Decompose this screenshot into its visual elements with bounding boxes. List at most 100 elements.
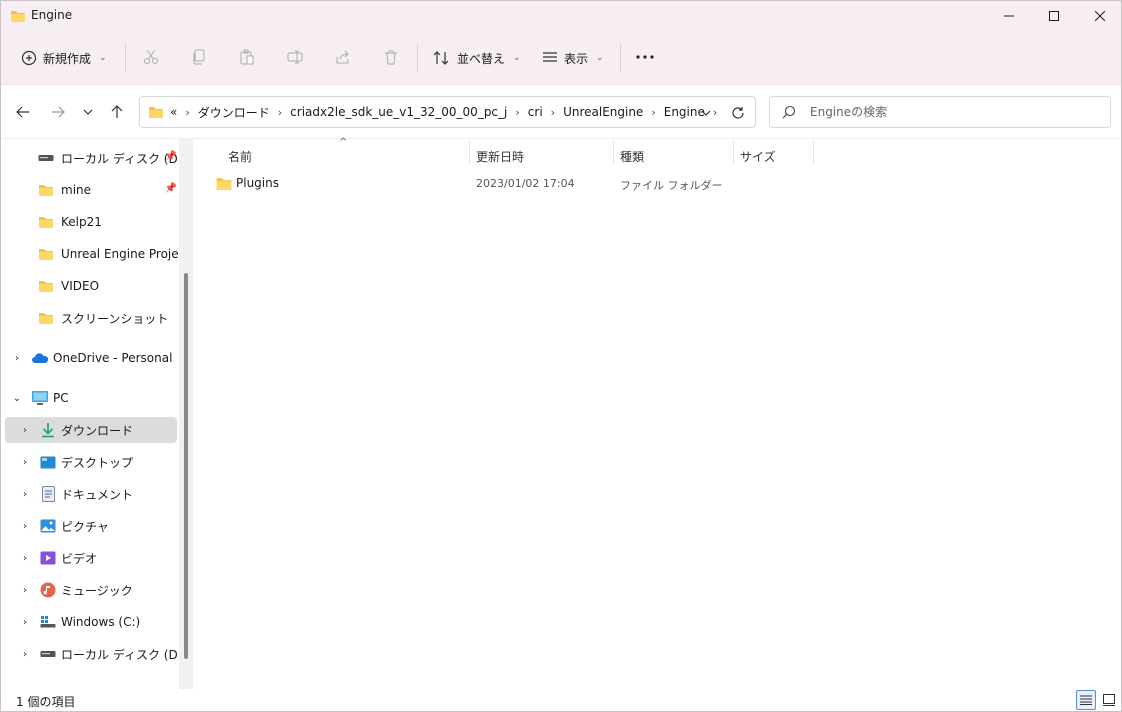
onedrive-icon <box>31 350 49 366</box>
sidebar-item-local-disk-d-pinned[interactable]: ローカル ディスク (D:) 📌 <box>5 145 186 171</box>
sidebar-item-desktop[interactable]: › デスクトップ <box>5 449 177 475</box>
chevron-right-icon[interactable]: › <box>278 106 282 119</box>
sidebar-item-mine[interactable]: mine 📌 <box>5 177 177 203</box>
pin-icon[interactable]: 📌 <box>165 151 177 162</box>
sidebar-item-label: ミュージック <box>61 583 133 598</box>
breadcrumb-item[interactable]: ダウンロード <box>198 104 270 121</box>
sidebar-item-label: デスクトップ <box>61 455 134 470</box>
sidebar-item-label: ドキュメント <box>61 487 134 502</box>
sidebar-item-label: ピクチャ <box>61 519 109 534</box>
chevron-right-icon[interactable]: › <box>19 456 31 468</box>
column-divider[interactable] <box>469 141 470 165</box>
column-divider[interactable] <box>813 141 814 165</box>
sidebar-item-video[interactable]: VIDEO <box>5 273 177 299</box>
copy-button[interactable] <box>187 45 211 69</box>
sidebar-item-unreal-engine-project[interactable]: Unreal Engine Project <box>5 241 190 267</box>
sidebar-item-onedrive[interactable]: › OneDrive - Personal <box>5 345 177 371</box>
tiles-view-icon <box>1103 694 1115 706</box>
sidebar-item-music[interactable]: › ミュージック <box>5 577 177 603</box>
recent-locations-button[interactable] <box>77 101 99 123</box>
pin-icon[interactable]: 📌 <box>165 183 177 194</box>
sidebar-item-local-disk-d[interactable]: › ローカル ディスク (D:) <box>5 641 186 667</box>
breadcrumb-item[interactable]: cri <box>528 105 543 119</box>
sidebar-item-kelp21[interactable]: Kelp21 <box>5 209 177 235</box>
sidebar-scroll-thumb[interactable] <box>184 273 188 659</box>
back-button[interactable] <box>12 101 34 123</box>
new-button[interactable]: 新規作成 ⌄ <box>21 43 107 73</box>
address-row: « › ダウンロード › criadx2le_sdk_ue_v1_32_00_0… <box>1 85 1121 139</box>
folder-icon <box>148 105 164 122</box>
chevron-right-icon[interactable]: › <box>19 648 31 660</box>
sidebar-item-pictures[interactable]: › ピクチャ <box>5 513 177 539</box>
chevron-right-icon[interactable]: › <box>11 352 23 364</box>
breadcrumb-item[interactable]: UnrealEngine <box>563 105 643 119</box>
column-divider[interactable] <box>733 141 734 165</box>
chevron-right-icon: › <box>185 105 190 119</box>
paste-button[interactable] <box>235 45 259 69</box>
chevron-right-icon[interactable]: › <box>651 106 655 119</box>
table-row[interactable]: Plugins 2023/01/02 17:04 ファイル フォルダー <box>207 172 797 196</box>
minimize-button[interactable] <box>986 1 1032 31</box>
sidebar-item-label: スクリーンショット <box>61 311 169 326</box>
address-bar[interactable]: « › ダウンロード › criadx2le_sdk_ue_v1_32_00_0… <box>139 96 756 128</box>
download-icon <box>39 422 57 438</box>
delete-button[interactable] <box>379 45 403 69</box>
search-box[interactable] <box>769 96 1111 128</box>
file-date: 2023/01/02 17:04 <box>476 177 575 190</box>
column-header-name[interactable]: 名前 <box>228 145 252 167</box>
folder-icon <box>10 9 26 26</box>
sidebar-item-videos[interactable]: › ビデオ <box>5 545 177 571</box>
forward-button[interactable] <box>47 101 69 123</box>
column-divider[interactable] <box>613 141 614 165</box>
chevron-right-icon[interactable]: › <box>19 616 31 628</box>
tiles-view-button[interactable] <box>1099 690 1119 710</box>
rename-button[interactable] <box>283 45 307 69</box>
sidebar-item-documents[interactable]: › ドキュメント <box>5 481 177 507</box>
sort-button[interactable]: 並べ替え ⌄ <box>433 43 521 73</box>
sidebar-item-pc[interactable]: ⌄ PC <box>5 385 177 411</box>
sidebar-item-downloads[interactable]: › ダウンロード <box>5 417 177 443</box>
cut-button[interactable] <box>139 45 163 69</box>
refresh-icon <box>732 107 744 119</box>
drive-icon <box>39 646 57 662</box>
breadcrumb-overflow[interactable]: « <box>170 105 177 119</box>
maximize-button[interactable] <box>1031 1 1077 31</box>
view-button[interactable]: 表示 ⌄ <box>542 43 604 73</box>
sidebar-item-label: Windows (C:) <box>61 615 141 629</box>
file-list: ^ 名前 更新日時 種類 サイズ Plugins 2023/01/02 17:0… <box>193 137 1121 689</box>
chevron-right-icon[interactable]: › <box>19 520 31 532</box>
close-button[interactable] <box>1077 1 1121 31</box>
column-header-size[interactable]: サイズ <box>740 145 776 167</box>
delete-icon <box>385 50 397 65</box>
explorer-window: Engine 新規作成 ⌄ 並べ替え ⌄ 表示 ⌄ « › ダウンロード › c… <box>0 0 1122 712</box>
refresh-button[interactable] <box>728 103 748 123</box>
search-input[interactable] <box>810 97 1100 127</box>
chevron-right-icon[interactable]: › <box>19 424 31 436</box>
folder-icon <box>215 176 233 194</box>
chevron-down-icon: ⌄ <box>596 53 604 63</box>
column-header-date[interactable]: 更新日時 <box>476 145 524 167</box>
file-type: ファイル フォルダー <box>620 179 723 192</box>
arrow-right-icon <box>52 106 65 118</box>
chevron-right-icon[interactable]: › <box>515 106 519 119</box>
chevron-right-icon[interactable]: › <box>551 106 555 119</box>
pictures-icon <box>39 518 57 534</box>
chevron-right-icon[interactable]: › <box>19 584 31 596</box>
chevron-down-icon[interactable]: ⌄ <box>11 392 23 404</box>
chevron-down-icon: ⌄ <box>513 53 521 63</box>
sidebar-item-windows-c[interactable]: › Windows (C:) <box>5 609 177 635</box>
sidebar-item-label: ダウンロード <box>61 423 134 438</box>
file-name: Plugins <box>236 176 279 190</box>
up-button[interactable] <box>106 101 128 123</box>
sidebar-item-screenshots[interactable]: スクリーンショット <box>5 305 177 331</box>
share-button[interactable] <box>331 45 355 69</box>
sidebar-item-label: Kelp21 <box>61 215 102 229</box>
more-options-button[interactable] <box>633 45 657 69</box>
column-header-type[interactable]: 種類 <box>620 145 644 167</box>
chevron-right-icon[interactable]: › <box>19 488 31 500</box>
chevron-down-icon <box>83 109 93 115</box>
breadcrumb-item[interactable]: criadx2le_sdk_ue_v1_32_00_00_pc_j <box>290 105 507 119</box>
address-history-button[interactable] <box>696 103 716 123</box>
chevron-right-icon[interactable]: › <box>19 552 31 564</box>
details-view-button[interactable] <box>1076 690 1096 710</box>
